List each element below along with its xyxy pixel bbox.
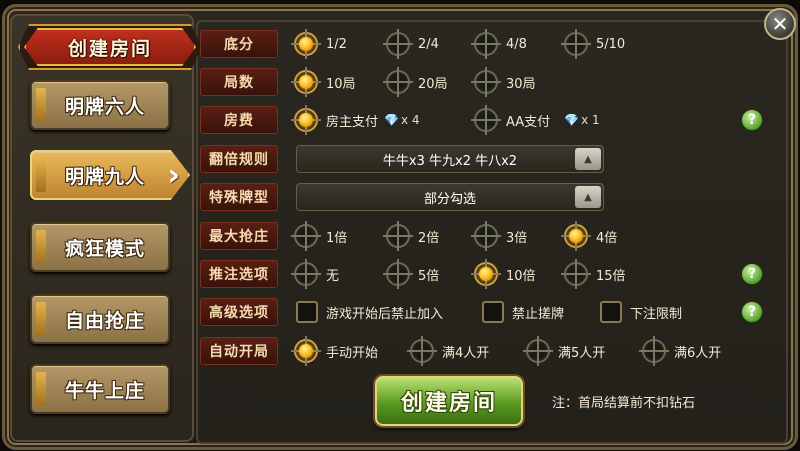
- radio-selected-icon[interactable]: [291, 29, 321, 59]
- advanced-option-no-rub[interactable]: 禁止搓牌: [482, 298, 564, 326]
- double-rule-dropdown[interactable]: 牛牛x3 牛九x2 牛八x2 ▲: [296, 145, 604, 173]
- radio-icon[interactable]: [383, 29, 413, 59]
- max-banker-option-4[interactable]: 4倍: [561, 221, 617, 251]
- base-score-option-1[interactable]: 1/2: [291, 29, 347, 59]
- max-banker-option-3[interactable]: 3倍: [471, 221, 527, 251]
- diamond-icon: 💎: [384, 113, 399, 127]
- fee-note: 注：首局结算前不扣钻石: [552, 396, 696, 411]
- auto-start-option-4[interactable]: 满4人开: [407, 336, 489, 366]
- room-fee-option-owner[interactable]: 房主支付 💎 x 4: [291, 105, 420, 135]
- diamond-icon: 💎: [564, 113, 580, 127]
- sidebar-item-label: 明牌九人: [64, 165, 145, 188]
- radio-icon[interactable]: [291, 259, 321, 289]
- close-icon: ✕: [771, 12, 789, 36]
- sidebar-item-mingpai-nine[interactable]: 明牌九人: [30, 150, 190, 200]
- push-bet-option-1[interactable]: 无: [291, 259, 339, 289]
- row-base-score: 底分 1/2 2/4 4/8 5/10: [200, 29, 760, 59]
- dropdown-value: 牛牛x3 牛九x2 牛八x2: [382, 153, 518, 169]
- radio-icon[interactable]: [407, 336, 437, 366]
- push-bet-option-4[interactable]: 15倍: [561, 259, 626, 289]
- help-icon[interactable]: ?: [741, 263, 763, 285]
- radio-selected-icon[interactable]: [291, 105, 321, 135]
- row-label: 局数: [200, 68, 278, 96]
- base-score-option-2[interactable]: 2/4: [383, 29, 439, 59]
- row-label: 底分: [200, 30, 278, 58]
- push-bet-option-2[interactable]: 5倍: [383, 259, 439, 289]
- checkbox[interactable]: [600, 301, 622, 323]
- radio-icon[interactable]: [561, 29, 591, 59]
- radio-icon[interactable]: [383, 67, 413, 97]
- base-score-option-4[interactable]: 5/10: [561, 29, 625, 59]
- radio-icon[interactable]: [471, 67, 501, 97]
- row-label: 高级选项: [200, 298, 278, 326]
- advanced-option-no-join[interactable]: 游戏开始后禁止加入: [296, 298, 443, 326]
- help-icon[interactable]: ?: [741, 301, 763, 323]
- special-cards-dropdown[interactable]: 部分勾选 ▲: [296, 183, 604, 211]
- auto-start-option-manual[interactable]: 手动开始: [291, 336, 378, 366]
- radio-icon[interactable]: [471, 221, 501, 251]
- row-max-banker: 最大抢庄 1倍 2倍 3倍 4倍: [200, 221, 760, 251]
- create-room-label: 创建房间: [400, 391, 497, 416]
- chevron-up-icon[interactable]: ▲: [575, 148, 601, 170]
- radio-selected-icon[interactable]: [561, 221, 591, 251]
- row-double-rule: 翻倍规则 牛牛x3 牛九x2 牛八x2 ▲: [200, 145, 610, 173]
- row-special-cards: 特殊牌型 部分勾选 ▲: [200, 183, 610, 211]
- sidebar-item-crazy-mode[interactable]: 疯狂模式: [30, 222, 170, 272]
- rounds-option-3[interactable]: 30局: [471, 67, 536, 97]
- rounds-option-1[interactable]: 10局: [291, 67, 356, 97]
- title-banner: 创建房间: [24, 28, 196, 66]
- sidebar-item-label: 疯狂模式: [64, 237, 145, 260]
- auto-start-option-6[interactable]: 满6人开: [639, 336, 721, 366]
- room-fee-option-aa[interactable]: AA支付 💎 x 1: [471, 105, 600, 135]
- radio-icon[interactable]: [523, 336, 553, 366]
- radio-icon[interactable]: [383, 221, 413, 251]
- sidebar-item-mingpai-six[interactable]: 明牌六人: [30, 80, 170, 130]
- radio-icon[interactable]: [383, 259, 413, 289]
- row-label: 特殊牌型: [200, 183, 278, 211]
- radio-selected-icon[interactable]: [291, 67, 321, 97]
- rounds-option-2[interactable]: 20局: [383, 67, 448, 97]
- sidebar-item-niuniu-banker[interactable]: 牛牛上庄: [30, 364, 170, 414]
- radio-icon[interactable]: [291, 221, 321, 251]
- row-label: 推注选项: [200, 260, 278, 288]
- page-title: 创建房间: [67, 37, 152, 60]
- row-label: 房费: [200, 106, 278, 134]
- radio-icon[interactable]: [471, 29, 501, 59]
- row-label: 自动开局: [200, 337, 278, 365]
- row-rounds: 局数 10局 20局 30局: [200, 67, 760, 97]
- chevron-up-icon[interactable]: ▲: [575, 186, 601, 208]
- auto-start-option-5[interactable]: 满5人开: [523, 336, 605, 366]
- radio-selected-icon[interactable]: [291, 336, 321, 366]
- row-label: 最大抢庄: [200, 222, 278, 250]
- checkbox[interactable]: [296, 301, 318, 323]
- row-push-bet: 推注选项 无 5倍 10倍 15倍: [200, 259, 760, 289]
- advanced-option-bet-limit[interactable]: 下注限制: [600, 298, 682, 326]
- close-button[interactable]: ✕: [764, 8, 796, 40]
- sidebar-item-label: 自由抢庄: [64, 309, 145, 332]
- sidebar-item-label: 牛牛上庄: [64, 379, 145, 402]
- row-label: 翻倍规则: [200, 145, 278, 173]
- max-banker-option-2[interactable]: 2倍: [383, 221, 439, 251]
- radio-icon[interactable]: [639, 336, 669, 366]
- row-advanced: 高级选项 游戏开始后禁止加入 禁止搓牌 下注限制: [200, 298, 760, 326]
- radio-selected-icon[interactable]: [471, 259, 501, 289]
- row-room-fee: 房费 房主支付 💎 x 4 AA支付 💎 x 1: [200, 105, 760, 135]
- push-bet-option-3[interactable]: 10倍: [471, 259, 536, 289]
- sidebar-item-free-banker[interactable]: 自由抢庄: [30, 294, 170, 344]
- row-auto-start: 自动开局 手动开始 满4人开 满5人开 满6人开: [200, 336, 760, 366]
- base-score-option-3[interactable]: 4/8: [471, 29, 527, 59]
- sidebar-item-label: 明牌六人: [64, 95, 145, 118]
- radio-icon[interactable]: [561, 259, 591, 289]
- help-icon[interactable]: ?: [741, 109, 763, 131]
- radio-icon[interactable]: [471, 105, 501, 135]
- max-banker-option-1[interactable]: 1倍: [291, 221, 347, 251]
- checkbox[interactable]: [482, 301, 504, 323]
- create-room-button[interactable]: 创建房间: [375, 376, 523, 426]
- dropdown-value: 部分勾选: [423, 191, 476, 207]
